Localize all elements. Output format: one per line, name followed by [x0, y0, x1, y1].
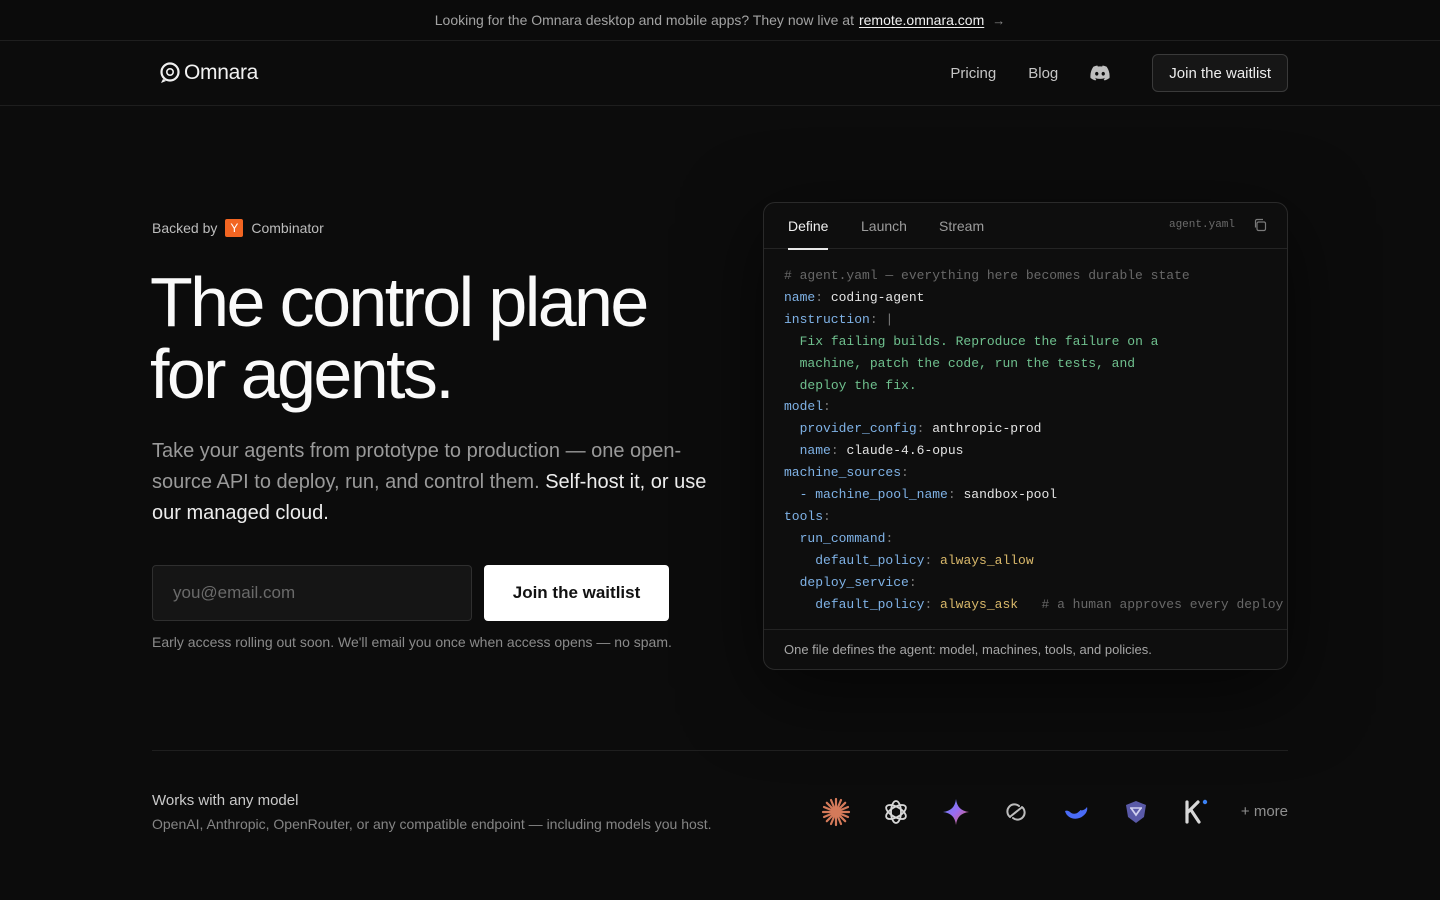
backed-prefix: Backed by: [152, 220, 218, 236]
tab-define[interactable]: Define: [788, 203, 829, 250]
code-policy-value: always_ask: [940, 596, 1019, 612]
deepseek-icon: [1060, 796, 1092, 828]
hero-title: The control plane for agents.: [150, 266, 750, 410]
nav-pricing[interactable]: Pricing: [950, 65, 996, 82]
code-pipe: |: [885, 311, 894, 327]
code-key: run_command: [799, 530, 886, 546]
header-join-waitlist-button[interactable]: Join the waitlist: [1152, 54, 1288, 92]
code-key: provider_config: [799, 421, 917, 437]
code-key: instruction: [784, 311, 870, 327]
tab-stream[interactable]: Stream: [939, 203, 984, 249]
code-key: machine_sources: [784, 465, 902, 481]
tab-launch[interactable]: Launch: [861, 203, 907, 249]
mistral-icon: [1120, 796, 1152, 828]
models-subtitle: OpenAI, Anthropic, OpenRouter, or any co…: [152, 816, 712, 832]
logo[interactable]: Omnara: [158, 61, 258, 85]
code-key: machine_pool_name: [815, 487, 948, 503]
announcement-link[interactable]: remote.omnara.com: [859, 12, 984, 28]
announcement-bar: Looking for the Omnara desktop and mobil…: [0, 0, 1440, 41]
join-waitlist-button[interactable]: Join the waitlist: [484, 565, 669, 621]
filename-label: agent.yaml: [1168, 219, 1235, 231]
hero-subtitle: Take your agents from prototype to produ…: [152, 436, 712, 529]
discord-icon[interactable]: [1090, 65, 1110, 81]
copy-icon[interactable]: [1253, 218, 1267, 232]
code-key: model: [784, 399, 824, 415]
code-key: default_policy: [815, 596, 925, 612]
omnara-logo-icon: [160, 62, 180, 83]
code-key: tools: [784, 508, 824, 524]
backed-by-yc: Backed by Y Combinator: [152, 219, 324, 237]
site-header: Omnara Pricing Blog Join the waitlist: [0, 41, 1440, 106]
code-comment: # agent.yaml — everything here becomes d…: [784, 268, 1190, 283]
section-divider: [152, 750, 1288, 751]
code-inline-comment: # a human approves every deploy: [1041, 596, 1284, 612]
code-dash: -: [799, 487, 808, 503]
code-key: name: [784, 289, 816, 305]
fine-print: Early access rolling out soon. We'll ema…: [152, 634, 672, 650]
code-value: sandbox-pool: [963, 487, 1058, 503]
code-string: Fix failing builds. Reproduce the failur…: [799, 333, 1159, 349]
code-key: deploy_service: [799, 574, 909, 590]
top-nav: Pricing Blog Join the waitlist: [950, 54, 1288, 92]
code-value: coding-agent: [830, 289, 925, 305]
code-value: claude-4.6-opus: [846, 443, 964, 459]
arrow-right-icon[interactable]: →: [992, 13, 1005, 28]
code-tabs: Define Launch Stream agent.yaml: [764, 203, 1287, 250]
nav-blog[interactable]: Blog: [1028, 65, 1058, 82]
hero-title-line-2: for agents.: [150, 335, 455, 413]
code-value: anthropic-prod: [932, 421, 1042, 437]
code-block: # agent.yaml — everything here becomes d…: [784, 268, 1284, 612]
hero-title-line-1: The control plane: [150, 263, 649, 341]
code-key: default_policy: [815, 552, 925, 568]
yc-logo-icon: Y: [225, 219, 244, 237]
code-string: deploy the fix.: [799, 377, 917, 393]
openai-icon: [880, 796, 912, 828]
announcement-text: Looking for the Omnara desktop and mobil…: [434, 12, 854, 28]
gemini-icon: [940, 796, 972, 828]
openrouter-icon: [1000, 796, 1032, 828]
code-policy-value: always_allow: [940, 552, 1034, 568]
models-title: Works with any model: [152, 792, 299, 809]
code-card-footer: One file defines the agent: model, machi…: [764, 629, 1287, 669]
email-input[interactable]: [152, 565, 472, 621]
more-models-link[interactable]: + more: [1241, 803, 1288, 820]
code-card: Define Launch Stream agent.yaml # agent.…: [763, 202, 1288, 670]
kimi-icon: [1180, 796, 1212, 828]
logo-text: Omnara: [184, 61, 259, 84]
anthropic-icon: [820, 796, 852, 828]
backed-suffix: Combinator: [251, 220, 324, 236]
code-key: name: [799, 443, 831, 459]
code-string: machine, patch the code, run the tests, …: [799, 355, 1136, 371]
